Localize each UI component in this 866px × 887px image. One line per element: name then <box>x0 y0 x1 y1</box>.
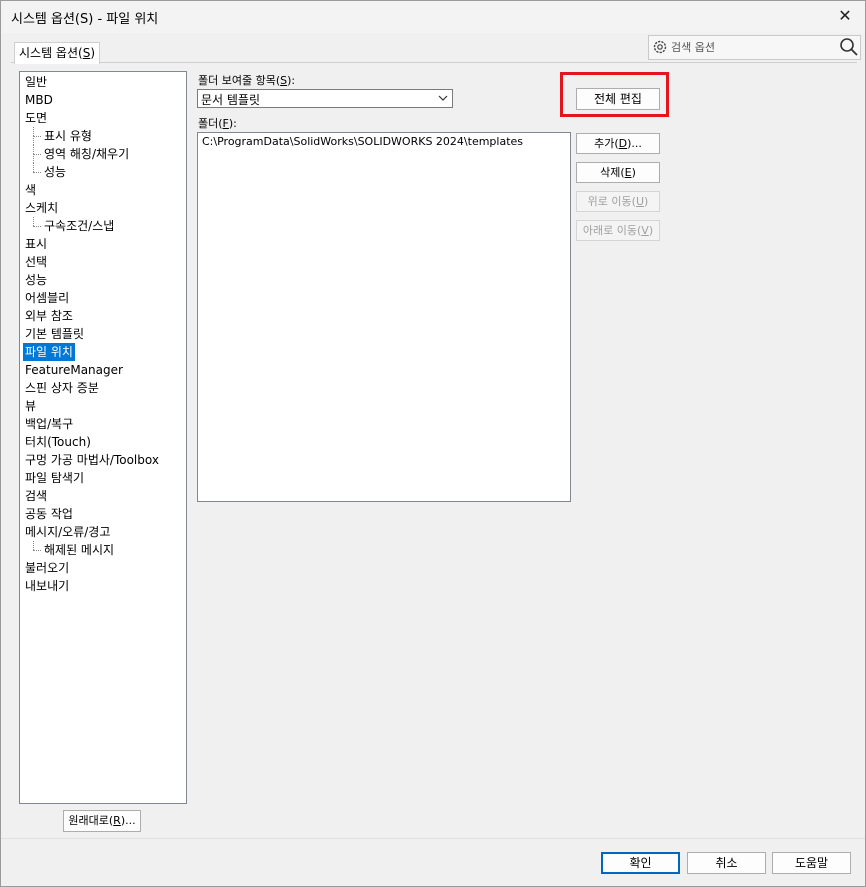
tree-guide-line <box>33 154 34 163</box>
ok-button[interactable]: 확인 <box>601 852 680 874</box>
tree-item[interactable]: FeatureManager <box>25 361 123 379</box>
search-placeholder: 검색 옵션 <box>671 41 715 54</box>
tree-guide-line <box>33 226 41 227</box>
tree-guide-line <box>33 550 41 551</box>
tree-item[interactable]: 내보내기 <box>25 577 69 595</box>
tree-item[interactable]: MBD <box>25 91 53 109</box>
tree-item[interactable]: 표시 유형 <box>44 127 92 145</box>
tree-item[interactable]: 성능 <box>25 271 47 289</box>
tree-item[interactable]: 백업/복구 <box>25 415 73 433</box>
tree-guide-line <box>33 145 34 154</box>
footer-divider <box>1 838 865 839</box>
reset-button[interactable]: 원래대로(R)... <box>63 810 141 832</box>
tree-item[interactable]: 검색 <box>25 487 47 505</box>
tree-item[interactable]: 외부 참조 <box>25 307 73 325</box>
highlight-box <box>560 72 669 117</box>
tree-item[interactable]: 구속조건/스냅 <box>44 217 114 235</box>
tree-item[interactable]: 기본 템플릿 <box>25 325 84 343</box>
tree-item[interactable]: 구멍 가공 마법사/Toolbox <box>25 451 159 469</box>
tree-guide-line <box>33 136 41 137</box>
tree-guide-line <box>33 154 41 155</box>
tree-guide-line <box>33 172 41 173</box>
tree-guide-line <box>33 163 34 172</box>
options-tree[interactable]: 일반 MBD 도면 표시 유형 영역 해칭/채우기 성능 색 스케치 구속조건/스냅 표시 선택 성능… <box>19 71 187 804</box>
tree-guide-line <box>33 127 34 136</box>
tree-item[interactable]: 파일 위치 <box>23 343 75 361</box>
tree-item[interactable]: 스케치 <box>25 199 58 217</box>
tree-item[interactable]: 도면 <box>25 109 47 127</box>
tree-item[interactable]: 공동 작업 <box>25 505 73 523</box>
tree-guide-line <box>33 541 34 550</box>
tree-item[interactable]: 색 <box>25 181 36 199</box>
delete-button[interactable]: 삭제(E) <box>576 162 660 183</box>
tree-item[interactable]: 선택 <box>25 253 47 271</box>
folder-show-select[interactable]: 문서 템플릿 <box>197 89 453 108</box>
move-up-button[interactable]: 위로 이동(U) <box>576 191 660 212</box>
tree-item[interactable]: 해제된 메시지 <box>44 541 114 559</box>
tab-system-options[interactable]: 시스템 옵션(S) <box>14 42 100 64</box>
tree-item[interactable]: 스핀 상자 증분 <box>25 379 99 397</box>
tree-item[interactable]: 파일 탐색기 <box>25 469 84 487</box>
tree-guide-line <box>33 136 34 145</box>
tree-item[interactable]: 성능 <box>44 163 66 181</box>
system-options-dialog: 시스템 옵션(S) - 파일 위치 ✕ 시스템 옵션(S) 검색 옵션 일반 MB… <box>0 0 866 887</box>
title-bar: 시스템 옵션(S) - 파일 위치 ✕ <box>1 1 865 33</box>
close-icon[interactable]: ✕ <box>831 3 859 29</box>
add-button[interactable]: 추가(D)... <box>576 133 660 154</box>
search-icon[interactable] <box>838 37 860 57</box>
folders-list[interactable]: C:\ProgramData\SolidWorks\SOLIDWORKS 202… <box>197 132 571 502</box>
search-options-box[interactable]: 검색 옵션 <box>648 35 861 60</box>
tab-strip-divider <box>11 62 857 63</box>
window-title: 시스템 옵션(S) - 파일 위치 <box>11 12 159 27</box>
chevron-down-icon <box>438 95 448 101</box>
tree-item[interactable]: 불러오기 <box>25 559 69 577</box>
tree-item[interactable]: 메시지/오류/경고 <box>25 523 110 541</box>
folder-show-label: 폴더 보여줄 항목(S): <box>198 74 296 87</box>
tree-item[interactable]: 표시 <box>25 235 47 253</box>
tree-item[interactable]: 터치(Touch) <box>25 433 91 451</box>
move-down-button[interactable]: 아래로 이동(V) <box>576 220 660 241</box>
folders-label: 폴더(F): <box>198 117 237 130</box>
tree-item[interactable]: 영역 해칭/채우기 <box>44 145 129 163</box>
gear-icon[interactable] <box>652 38 668 56</box>
tree-guide-line <box>33 217 34 226</box>
help-button[interactable]: 도움말 <box>772 852 851 874</box>
tree-item[interactable]: 어셈블리 <box>25 289 69 307</box>
folder-entry[interactable]: C:\ProgramData\SolidWorks\SOLIDWORKS 202… <box>202 135 523 148</box>
folder-show-value: 문서 템플릿 <box>201 93 261 107</box>
tree-item[interactable]: 뷰 <box>25 397 36 415</box>
cancel-button[interactable]: 취소 <box>687 852 766 874</box>
tree-item[interactable]: 일반 <box>25 73 47 91</box>
